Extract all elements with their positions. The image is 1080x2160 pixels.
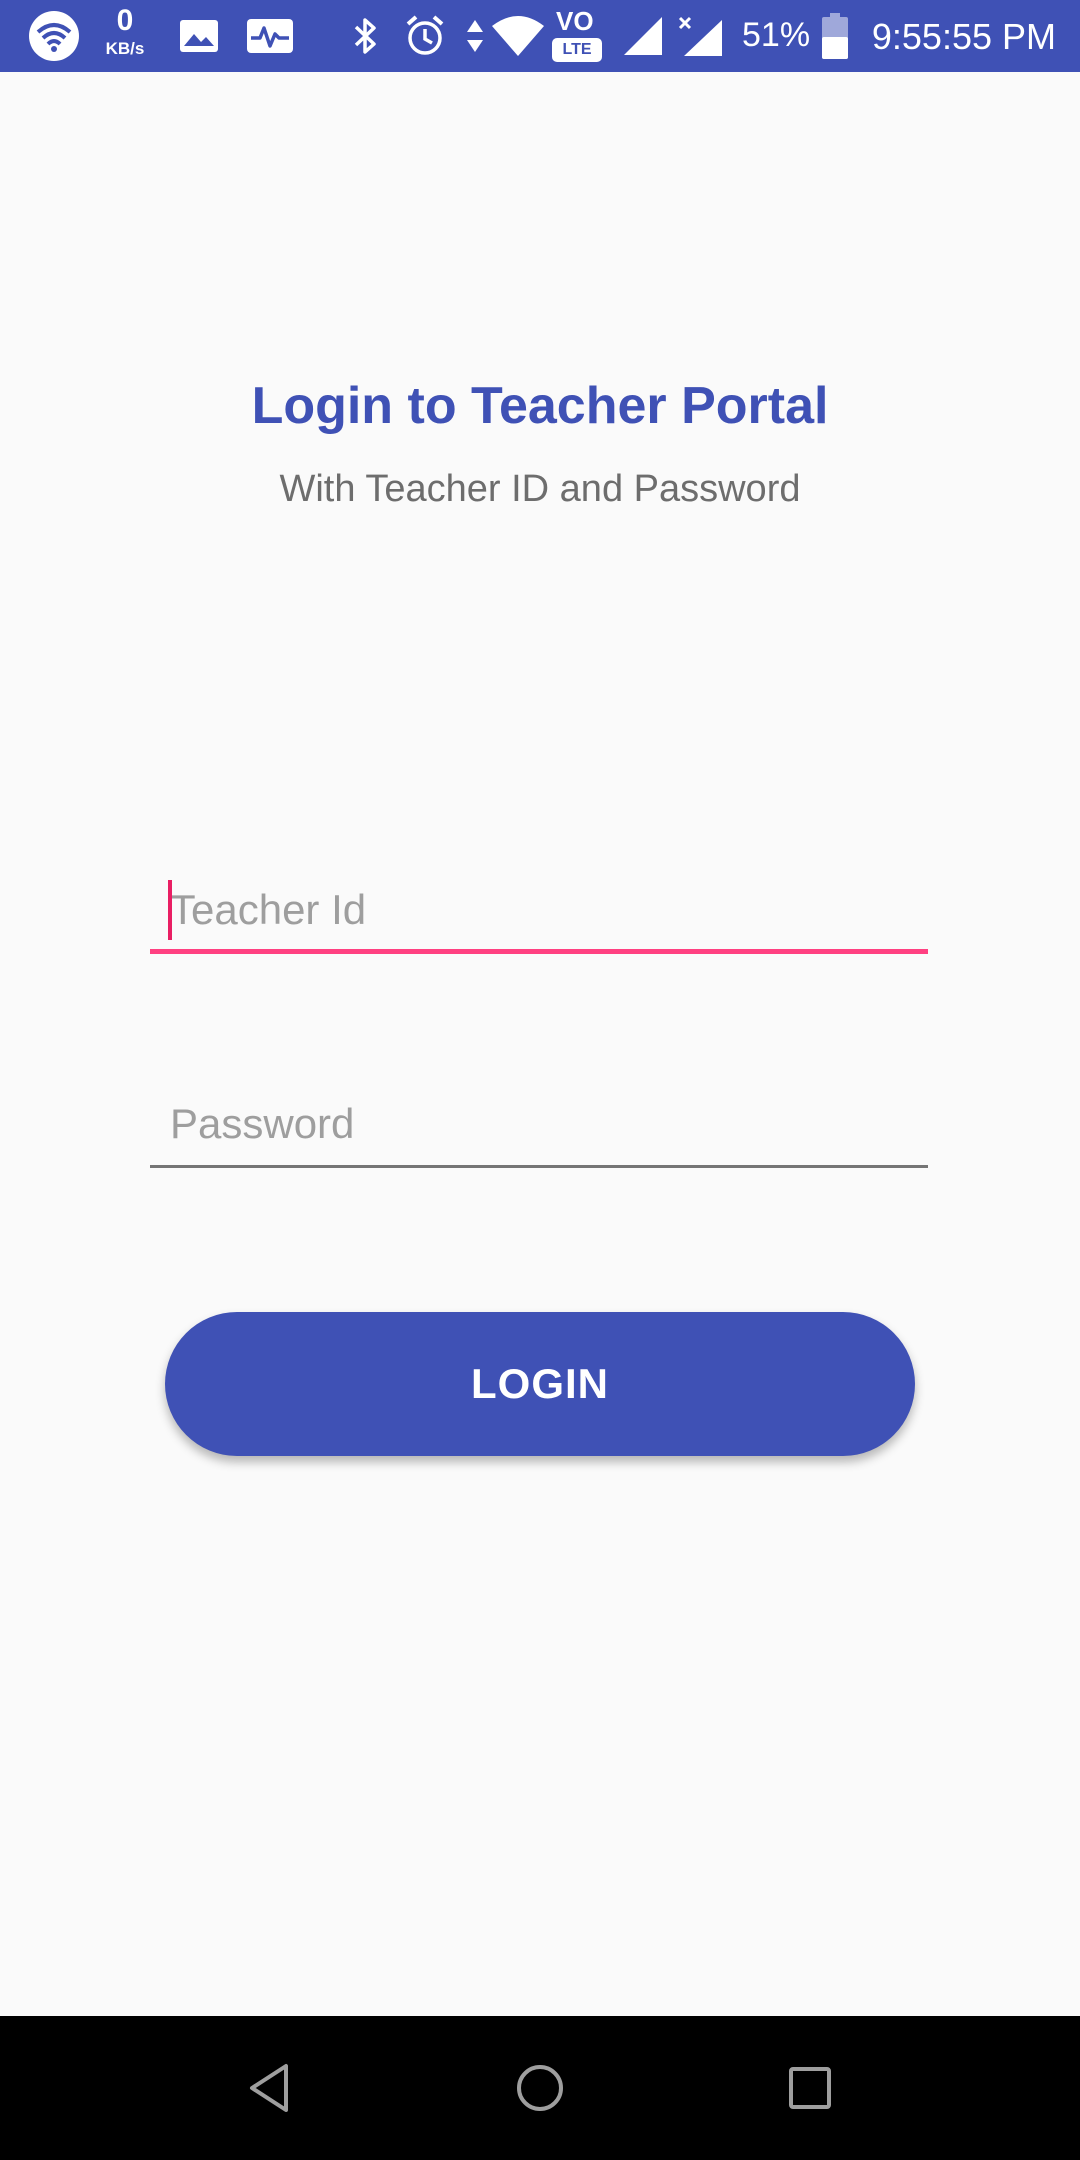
password-field[interactable] <box>150 1088 928 1168</box>
status-bar: 0 KB/s VO LTE 51% 9:55:55 PM <box>0 0 1080 72</box>
password-underline <box>150 1165 928 1168</box>
back-icon[interactable] <box>228 2046 312 2130</box>
cell-signal-no-sim-icon <box>674 10 726 62</box>
bluetooth-icon <box>346 10 386 62</box>
data-arrows-icon <box>462 10 488 62</box>
home-icon[interactable] <box>498 2046 582 2130</box>
page-title: Login to Teacher Portal <box>251 377 829 435</box>
network-speed-unit: KB/s <box>105 39 145 58</box>
wifi-signal-icon <box>488 10 548 62</box>
activity-icon <box>244 10 296 62</box>
login-button[interactable]: LOGIN <box>165 1312 915 1456</box>
network-speed: 0 KB/s <box>96 4 154 58</box>
recents-icon[interactable] <box>768 2046 852 2130</box>
teacher-id-field[interactable] <box>150 874 928 954</box>
cell-signal-icon <box>620 10 666 62</box>
gallery-icon <box>176 10 222 62</box>
battery-percent: 51% <box>742 16 811 54</box>
teacher-id-input[interactable] <box>150 874 928 946</box>
navigation-bar <box>0 2016 1080 2160</box>
teacher-id-underline <box>150 949 928 954</box>
alarm-icon <box>400 10 450 62</box>
volte-label: VO <box>556 6 594 36</box>
network-speed-value: 0 <box>116 4 134 37</box>
clock: 9:55:55 PM <box>871 16 1056 57</box>
battery-icon <box>818 10 852 62</box>
page-subtitle: With Teacher ID and Password <box>279 468 801 510</box>
wifi-icon <box>24 10 84 62</box>
text-cursor <box>168 880 172 940</box>
volte-icon: LTE <box>552 38 602 62</box>
password-input[interactable] <box>150 1088 928 1160</box>
